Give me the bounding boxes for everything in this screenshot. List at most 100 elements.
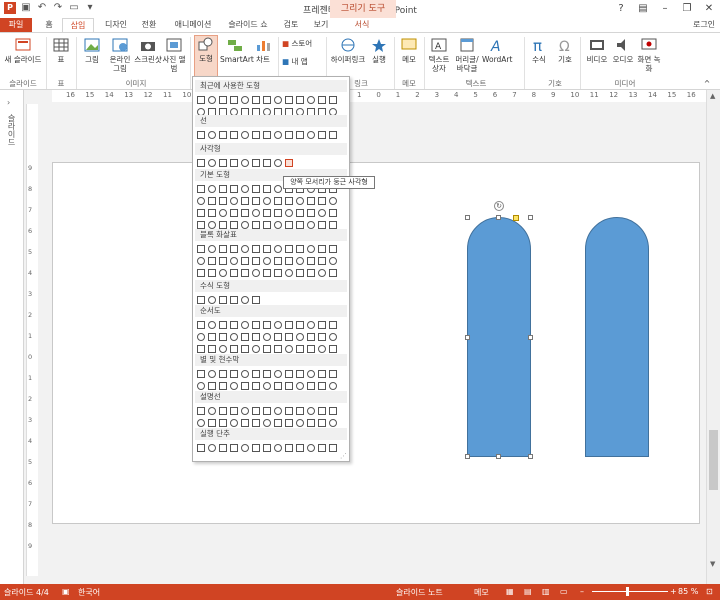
shape-option-icon[interactable] — [241, 407, 249, 415]
shape-option-icon[interactable] — [241, 257, 249, 265]
shape-option-icon[interactable] — [274, 370, 282, 378]
shape-option-icon[interactable] — [296, 269, 304, 277]
shape-option-icon[interactable] — [329, 382, 337, 390]
shape-option-icon[interactable] — [252, 159, 260, 167]
shape-option-icon[interactable] — [230, 159, 238, 167]
shape-option-icon[interactable] — [285, 96, 293, 104]
shape-option-icon[interactable] — [263, 407, 271, 415]
shape-option-icon[interactable] — [274, 96, 282, 104]
shape-option-icon[interactable] — [307, 257, 315, 265]
shape-option-icon[interactable] — [241, 296, 249, 304]
shape-option-icon[interactable] — [230, 407, 238, 415]
collapse-ribbon-icon[interactable]: ^ — [700, 79, 714, 88]
shape-option-icon[interactable] — [208, 209, 216, 217]
shape-option-icon[interactable] — [329, 269, 337, 277]
chart-button[interactable]: 차트 — [252, 37, 274, 64]
shape-option-icon[interactable] — [296, 209, 304, 217]
login-link[interactable]: 로그인 — [688, 18, 720, 32]
shape-option-icon[interactable] — [274, 221, 282, 229]
shape-option-icon[interactable] — [285, 382, 293, 390]
shape-option-icon[interactable] — [197, 197, 205, 205]
shape-option-icon[interactable] — [197, 333, 205, 341]
shape-option-icon[interactable] — [274, 419, 282, 427]
shape-option-icon[interactable] — [241, 131, 249, 139]
shape-option-icon[interactable] — [274, 159, 282, 167]
shape-option-icon[interactable] — [252, 131, 260, 139]
normal-view-icon[interactable]: ▦ — [506, 587, 514, 596]
round-top-rectangle[interactable] — [585, 217, 649, 457]
shape-option-icon[interactable] — [296, 245, 304, 253]
shape-option-icon[interactable] — [252, 444, 260, 452]
shape-option-icon[interactable] — [318, 96, 326, 104]
shape-option-icon[interactable] — [219, 370, 227, 378]
shape-option-icon[interactable] — [252, 345, 260, 353]
shape-option-icon[interactable] — [263, 444, 271, 452]
shape-option-icon[interactable] — [208, 321, 216, 329]
shape-option-icon[interactable] — [197, 131, 205, 139]
shape-option-icon[interactable] — [219, 321, 227, 329]
shape-option-icon[interactable] — [274, 345, 282, 353]
round-top-rectangle-selected[interactable] — [467, 217, 531, 457]
shape-option-icon[interactable] — [241, 185, 249, 193]
shape-option-icon[interactable] — [241, 444, 249, 452]
scroll-up-icon[interactable]: ▲ — [710, 92, 715, 100]
shape-option-icon[interactable] — [296, 321, 304, 329]
shape-option-icon[interactable] — [197, 257, 205, 265]
shape-option-icon[interactable] — [285, 209, 293, 217]
shape-option-icon[interactable] — [296, 370, 304, 378]
slide-canvas[interactable]: ↻ — [52, 162, 700, 524]
shape-option-icon[interactable] — [230, 296, 238, 304]
shape-option-icon[interactable] — [307, 370, 315, 378]
shape-option-icon[interactable] — [274, 257, 282, 265]
resize-handle[interactable] — [528, 335, 533, 340]
shape-option-icon[interactable] — [285, 221, 293, 229]
shape-option-icon[interactable] — [307, 209, 315, 217]
shape-option-icon[interactable] — [318, 370, 326, 378]
shape-option-icon[interactable] — [296, 407, 304, 415]
shape-option-icon[interactable] — [329, 131, 337, 139]
shape-option-icon[interactable] — [197, 444, 205, 452]
shape-option-icon[interactable] — [230, 185, 238, 193]
shape-option-icon[interactable] — [274, 444, 282, 452]
rotate-handle-icon[interactable]: ↻ — [494, 201, 504, 211]
screen-recording-button[interactable]: 화면 녹화 — [636, 37, 662, 73]
shape-option-icon[interactable] — [285, 345, 293, 353]
shape-option-icon[interactable] — [307, 131, 315, 139]
shape-option-icon[interactable] — [208, 333, 216, 341]
shape-option-icon[interactable] — [208, 296, 216, 304]
shape-option-icon[interactable] — [296, 333, 304, 341]
symbol-button[interactable]: Ω 기호 — [554, 37, 576, 64]
shape-option-icon[interactable] — [296, 382, 304, 390]
shape-option-icon[interactable] — [285, 444, 293, 452]
shape-option-icon[interactable] — [296, 131, 304, 139]
shape-option-icon[interactable] — [197, 96, 205, 104]
shape-option-icon[interactable] — [219, 257, 227, 265]
shape-option-icon[interactable] — [230, 370, 238, 378]
shape-option-icon[interactable] — [219, 407, 227, 415]
shape-option-icon[interactable] — [285, 333, 293, 341]
shape-option-icon[interactable] — [208, 185, 216, 193]
help-icon[interactable]: ? — [610, 0, 632, 18]
shape-option-icon[interactable] — [219, 296, 227, 304]
tab-home[interactable]: 홈 — [36, 18, 62, 32]
shape-option-icon[interactable] — [219, 96, 227, 104]
shape-option-icon[interactable] — [208, 159, 216, 167]
spellcheck-icon[interactable]: ▣ — [62, 587, 70, 596]
shape-option-icon[interactable] — [329, 444, 337, 452]
shape-option-icon[interactable] — [263, 221, 271, 229]
shape-option-icon[interactable] — [318, 197, 326, 205]
close-icon[interactable]: ✕ — [698, 0, 720, 18]
shape-option-icon[interactable] — [252, 269, 260, 277]
shape-option-icon[interactable] — [329, 257, 337, 265]
shape-option-icon[interactable] — [296, 444, 304, 452]
shape-option-icon[interactable] — [208, 245, 216, 253]
shape-option-icon[interactable] — [197, 296, 205, 304]
zoom-slider[interactable] — [592, 591, 668, 592]
shape-option-icon[interactable] — [318, 345, 326, 353]
shape-option-icon[interactable] — [230, 131, 238, 139]
shape-option-icon[interactable] — [197, 209, 205, 217]
shape-option-icon[interactable] — [329, 407, 337, 415]
shape-option-icon[interactable] — [219, 159, 227, 167]
shapes-button[interactable]: 도형 — [194, 35, 218, 77]
zoom-slider-thumb[interactable] — [626, 587, 629, 596]
